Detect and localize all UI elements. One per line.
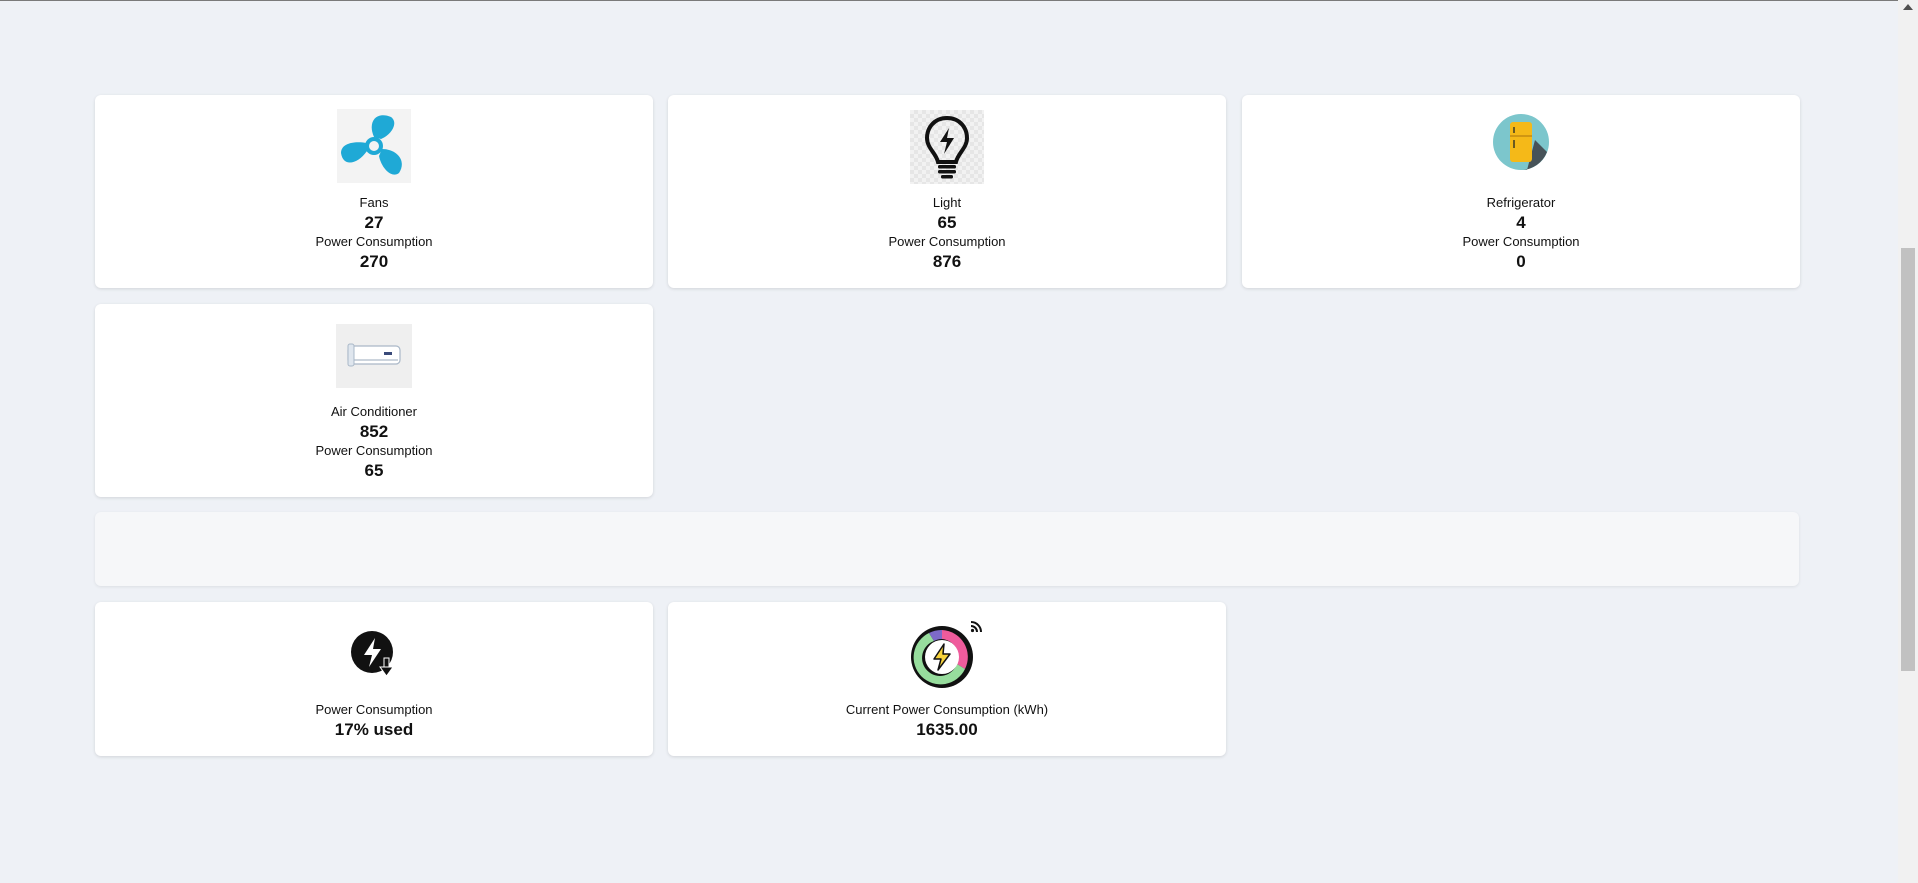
power-consumption-value: 0 [1516, 252, 1526, 271]
power-usage-label: Power Consumption [315, 702, 433, 717]
device-name: Fans [359, 195, 389, 210]
device-count: 4 [1516, 213, 1526, 232]
empty-panel [95, 512, 1799, 586]
power-meter-icon [907, 614, 987, 690]
vertical-scrollbar[interactable] [1898, 0, 1918, 883]
current-power-card: Current Power Consumption (kWh) 1635.00 [668, 602, 1226, 756]
power-consumption-label: Power Consumption [315, 443, 433, 458]
device-name: Light [932, 195, 962, 210]
device-count: 65 [937, 213, 957, 232]
current-power-value: 1635.00 [916, 720, 978, 739]
power-usage-card: Power Consumption 17% used [95, 602, 653, 756]
power-usage-value: 17% used [334, 720, 414, 739]
device-count: 27 [364, 213, 384, 232]
refrigerator-icon [1491, 112, 1551, 172]
device-card-air-conditioner: Air Conditioner 852 Power Consumption 65 [95, 304, 653, 497]
current-power-label: Current Power Consumption (kWh) [845, 702, 1049, 717]
air-conditioner-icon [336, 324, 412, 388]
device-card-refrigerator: Refrigerator 4 Power Consumption 0 [1242, 95, 1800, 288]
power-consumption-value: 270 [359, 252, 389, 271]
scroll-up-arrow-icon[interactable] [1903, 4, 1913, 10]
power-consumption-label: Power Consumption [315, 234, 433, 249]
top-border [0, 0, 1898, 1]
power-consumption-value: 876 [932, 252, 962, 271]
power-consumption-label: Power Consumption [888, 234, 1006, 249]
fan-icon [337, 109, 411, 183]
power-consumption-label: Power Consumption [1462, 234, 1580, 249]
device-name: Air Conditioner [331, 404, 417, 419]
device-name: Refrigerator [1486, 195, 1556, 210]
device-card-light: Light 65 Power Consumption 876 [668, 95, 1226, 288]
light-bulb-icon [910, 110, 984, 184]
power-usage-icon [350, 630, 398, 678]
device-count: 852 [359, 422, 389, 441]
device-card-fans: Fans 27 Power Consumption 270 [95, 95, 653, 288]
scrollbar-thumb[interactable] [1901, 248, 1915, 671]
power-consumption-value: 65 [364, 461, 384, 480]
